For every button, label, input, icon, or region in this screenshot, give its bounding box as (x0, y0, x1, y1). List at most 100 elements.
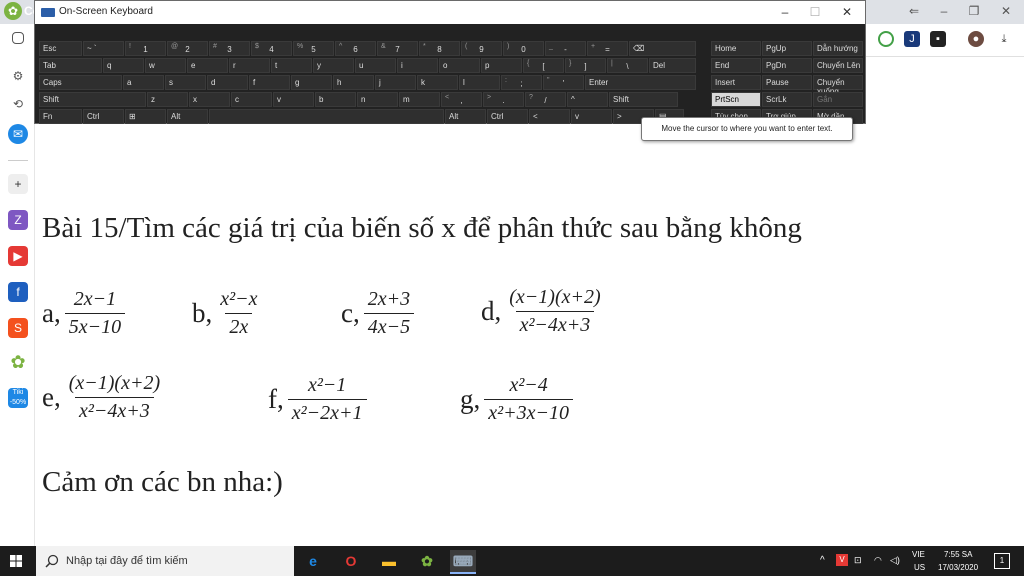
osk-key[interactable]: ^ (567, 92, 608, 107)
j-extension-icon[interactable]: J (904, 31, 920, 47)
osk-taskbar-icon[interactable]: ⌨ (450, 550, 476, 574)
osk-key[interactable]: . > (483, 92, 524, 107)
tray-chevron-icon[interactable]: ^ (820, 555, 825, 566)
osk-key[interactable]: z (147, 92, 188, 107)
wifi-icon[interactable]: ◠ (874, 555, 882, 566)
osk-nav-key[interactable]: Gắn (813, 92, 863, 107)
taskbar-search-box[interactable]: Nhập tại đây để tìm kiếm (36, 546, 294, 576)
osk-key[interactable]: r (229, 58, 270, 73)
osk-key[interactable]: u (355, 58, 396, 73)
osk-key[interactable]: \ | (607, 58, 648, 73)
osk-key[interactable]: f (249, 75, 290, 90)
osk-nav-key[interactable]: PgDn (762, 58, 812, 73)
messenger-icon[interactable]: ✉ (8, 124, 28, 144)
browser-menu-icon[interactable]: ⇐ (900, 2, 928, 20)
osk-nav-key[interactable]: End (711, 58, 761, 73)
osk-key[interactable]: v (273, 92, 314, 107)
osk-key[interactable]: 7 & (377, 41, 418, 56)
osk-key[interactable]: q (103, 58, 144, 73)
osk-key[interactable]: 6 ^ (335, 41, 376, 56)
osk-key[interactable]: ' " (543, 75, 584, 90)
language-indicator[interactable]: VIE (912, 550, 925, 559)
osk-key[interactable]: , < (441, 92, 482, 107)
osk-key[interactable]: 2 @ (167, 41, 208, 56)
osk-key[interactable]: w (145, 58, 186, 73)
osk-nav-key[interactable]: Pause (762, 75, 812, 90)
osk-key[interactable]: ;: (501, 75, 542, 90)
volume-icon[interactable]: ◁) (890, 555, 900, 566)
windows-start-icon[interactable] (10, 555, 22, 567)
osk-key[interactable]: Enter (585, 75, 696, 90)
shopee-icon[interactable]: S (8, 318, 28, 338)
osk-key[interactable]: v (571, 109, 612, 124)
notification-icon[interactable]: 1 (994, 553, 1010, 569)
osk-key[interactable]: l (459, 75, 500, 90)
glasses-extension-icon[interactable]: ▪ (930, 31, 946, 47)
osk-key[interactable]: d (207, 75, 248, 90)
profile-avatar[interactable]: ● (968, 31, 984, 47)
osk-key[interactable] (209, 109, 444, 124)
osk-key[interactable]: 0) (503, 41, 544, 56)
osk-key[interactable]: 3 # (209, 41, 250, 56)
youtube-icon[interactable]: ▶ (8, 246, 28, 266)
osk-key[interactable]: Del (649, 58, 696, 73)
osk-key[interactable]: Esc (39, 41, 82, 56)
osk-key[interactable]: m (399, 92, 440, 107)
browser-close-button[interactable]: ✕ (992, 2, 1020, 20)
osk-key[interactable]: i (397, 58, 438, 73)
opera-icon[interactable]: O (340, 550, 362, 572)
osk-minimize-button[interactable]: – (773, 4, 797, 20)
osk-key[interactable]: ]} (565, 58, 606, 73)
coccoc-extension-icon[interactable] (878, 31, 894, 47)
osk-nav-key[interactable]: Home (711, 41, 761, 56)
osk-key[interactable]: s (165, 75, 206, 90)
osk-key[interactable]: 5% (293, 41, 334, 56)
coccoc-sidebar-icon[interactable]: ✿ (8, 352, 28, 372)
add-icon[interactable]: + (8, 174, 28, 194)
v-app-tray-icon[interactable]: V (836, 554, 848, 566)
osk-key[interactable]: b (315, 92, 356, 107)
osk-key[interactable]: - _ (545, 41, 586, 56)
osk-key[interactable]: x (189, 92, 230, 107)
osk-nav-key[interactable]: Insert (711, 75, 761, 90)
edge-icon[interactable]: e (302, 550, 324, 572)
osk-maximize-button[interactable]: ☐ (803, 4, 827, 20)
clock-time[interactable]: 7:55 SA (944, 550, 972, 559)
osk-key[interactable]: Shift (609, 92, 678, 107)
history-icon[interactable]: ⟲ (8, 94, 28, 114)
osk-key[interactable]: ⊞ (125, 109, 166, 124)
network-icon[interactable]: ⊡ (854, 555, 862, 566)
download-icon[interactable]: ⤓ (996, 31, 1012, 47)
settings-icon[interactable]: ⚙ (8, 66, 28, 86)
zalo-icon[interactable]: Z (8, 210, 28, 230)
osk-nav-key[interactable]: Dẫn hướng (813, 41, 863, 56)
osk-key[interactable]: n (357, 92, 398, 107)
osk-key[interactable]: = + (587, 41, 628, 56)
osk-nav-key[interactable]: Chuyển Lên (813, 58, 863, 73)
facebook-icon[interactable]: f (8, 282, 28, 302)
osk-key[interactable]: [{ (523, 58, 564, 73)
osk-key[interactable]: 1! (125, 41, 166, 56)
osk-key[interactable]: k (417, 75, 458, 90)
coccoc-logo-icon[interactable]: ✿ (4, 2, 22, 20)
osk-key[interactable]: Alt (445, 109, 486, 124)
osk-close-button[interactable]: ✕ (835, 4, 859, 20)
osk-nav-key[interactable]: Chuyển xuống (813, 75, 863, 96)
osk-key[interactable]: 9( (461, 41, 502, 56)
osk-key[interactable]: Ctrl (83, 109, 124, 124)
coccoc-taskbar-icon[interactable]: ✿ (416, 550, 438, 572)
osk-key[interactable]: c (231, 92, 272, 107)
osk-key[interactable]: y (313, 58, 354, 73)
osk-key[interactable]: ~ ` (83, 41, 124, 56)
osk-key[interactable]: a (123, 75, 164, 90)
osk-key[interactable]: Tab (39, 58, 102, 73)
osk-key[interactable]: j (375, 75, 416, 90)
osk-key[interactable]: e (187, 58, 228, 73)
osk-key[interactable]: Alt (167, 109, 208, 124)
sidebar-panel-icon[interactable] (12, 32, 24, 44)
osk-key[interactable]: Ctrl (487, 109, 528, 124)
file-explorer-icon[interactable]: ▬ (378, 550, 400, 572)
osk-key[interactable]: Caps (39, 75, 122, 90)
osk-key[interactable]: Shift (39, 92, 146, 107)
osk-key[interactable]: p (481, 58, 522, 73)
